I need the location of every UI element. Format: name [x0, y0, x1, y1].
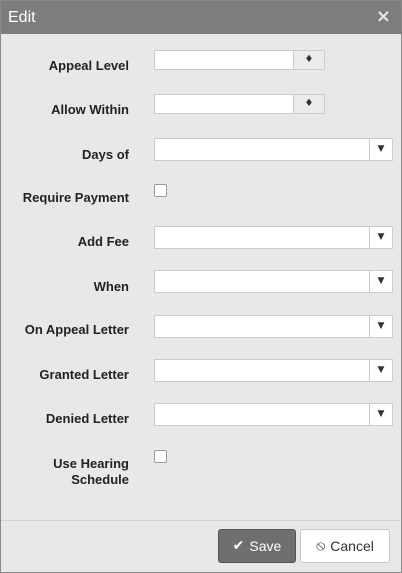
allow-within-label: Allow Within [51, 102, 129, 117]
dialog-titlebar[interactable]: Edit × [1, 1, 401, 34]
cancel-button[interactable]: ⦸ Cancel [300, 529, 390, 563]
dropdown-arrow-icon[interactable]: ▼ [369, 139, 392, 160]
use-hearing-schedule-checkbox[interactable] [154, 450, 167, 463]
denied-letter-select[interactable]: ▼ [154, 403, 393, 426]
dropdown-arrow-icon[interactable]: ▼ [369, 404, 392, 425]
days-of-label: Days of [82, 147, 129, 162]
add-fee-label: Add Fee [77, 234, 129, 249]
use-hearing-schedule-label-line1: Use Hearing [53, 456, 129, 471]
require-payment-label: Require Payment [22, 190, 129, 205]
denied-letter-label: Denied Letter [45, 411, 129, 426]
ban-icon: ⦸ [316, 538, 326, 554]
on-appeal-letter-select[interactable]: ▼ [154, 315, 393, 338]
when-label: When [93, 279, 129, 294]
close-icon[interactable]: × [376, 6, 391, 27]
require-payment-checkbox[interactable] [154, 184, 167, 197]
when-select[interactable]: ▼ [154, 270, 393, 293]
dropdown-arrow-icon[interactable]: ▼ [369, 360, 392, 381]
granted-letter-label: Granted Letter [39, 367, 129, 382]
granted-letter-select[interactable]: ▼ [154, 359, 393, 382]
check-icon: ✔ [232, 538, 245, 554]
days-of-select[interactable]: ▼ [154, 138, 393, 161]
dropdown-arrow-icon[interactable]: ▼ [369, 316, 392, 337]
use-hearing-schedule-label-line2: Schedule [71, 472, 129, 487]
dropdown-arrow-icon[interactable]: ▼ [369, 271, 392, 292]
edit-dialog: Edit × Appeal Level ♦ Allow Within ♦ Day… [0, 0, 402, 573]
save-button[interactable]: ✔ Save [218, 529, 296, 563]
dialog-title: Edit [8, 9, 36, 26]
appeal-level-spinner[interactable]: ♦ [154, 50, 325, 70]
dropdown-arrow-icon[interactable]: ▼ [369, 227, 392, 248]
on-appeal-letter-label: On Appeal Letter [24, 322, 129, 337]
cancel-button-label: Cancel [330, 538, 374, 554]
appeal-level-label: Appeal Level [48, 58, 129, 73]
add-fee-select[interactable]: ▼ [154, 226, 393, 249]
save-button-label: Save [249, 538, 282, 554]
spinner-arrows-icon[interactable]: ♦ [293, 51, 324, 69]
spinner-arrows-icon[interactable]: ♦ [293, 95, 324, 113]
allow-within-spinner[interactable]: ♦ [154, 94, 325, 114]
dialog-footer: ✔ Save ⦸ Cancel [1, 520, 401, 573]
